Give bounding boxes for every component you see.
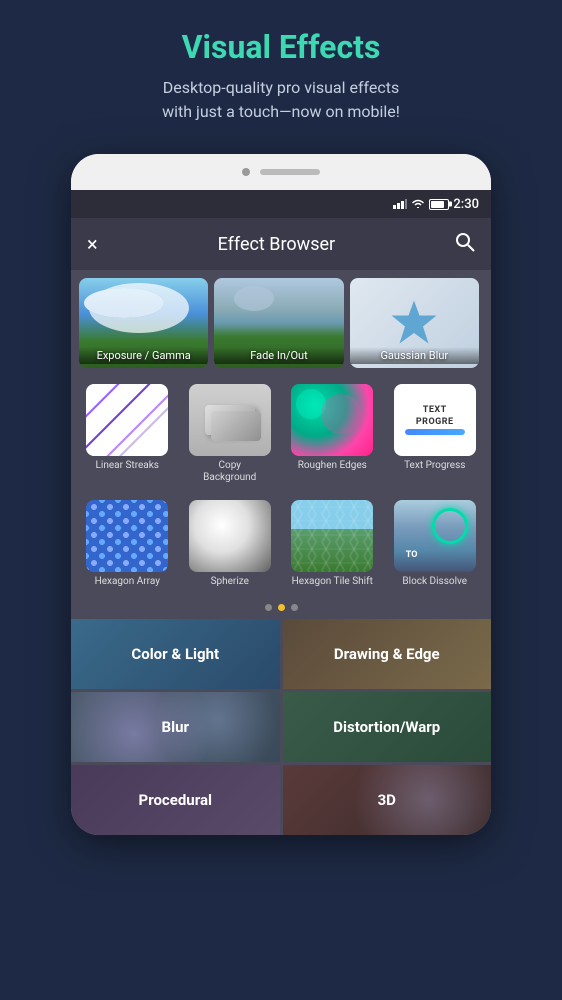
close-button[interactable]: × — [87, 232, 98, 256]
effects-grid-row1: Linear Streaks CopyBackground Roughen Ed… — [71, 376, 491, 492]
featured-row: Exposure / Gamma Fade In/Out Gaussian Bl… — [71, 270, 491, 376]
category-label-blur: Blur — [162, 718, 189, 736]
featured-item-exposure[interactable]: Exposure / Gamma — [79, 278, 208, 368]
label-roughen-edges: Roughen Edges — [298, 460, 367, 472]
thumb-block-dissolve — [394, 500, 476, 572]
phone-camera — [242, 168, 250, 176]
featured-label-fade: Fade In/Out — [214, 347, 343, 364]
signal-icon — [393, 199, 407, 209]
category-label-drawing-edge: Drawing & Edge — [334, 645, 440, 663]
category-blur[interactable]: Blur — [71, 692, 280, 762]
text-prog-bar — [405, 429, 465, 435]
effect-text-progress[interactable]: TEXT PROGRE Text Progress — [387, 384, 484, 484]
thumb-linear-streaks — [86, 384, 168, 456]
thumb-roughen — [291, 384, 373, 456]
category-grid: Color & Light Drawing & Edge Blur Distor… — [71, 619, 491, 835]
effects-grid-row2: Hexagon Array Spherize Hexagon Tile Shif… — [71, 492, 491, 596]
app-bar-title: Effect Browser — [114, 234, 439, 255]
page-dot-2[interactable] — [278, 604, 285, 611]
effect-roughen-edges[interactable]: Roughen Edges — [284, 384, 381, 484]
search-button[interactable] — [455, 232, 475, 257]
effect-hexagon-array[interactable]: Hexagon Array — [79, 500, 176, 588]
thumb-copy-bg — [189, 384, 271, 456]
thumb-text-progress: TEXT PROGRE — [394, 384, 476, 456]
featured-item-gaussian[interactable]: Gaussian Blur — [350, 278, 479, 368]
status-icons: 2:30 — [393, 197, 479, 212]
header-section: Visual Effects Desktop-quality pro visua… — [0, 0, 562, 144]
effect-spherize[interactable]: Spherize — [182, 500, 279, 588]
phone-frame: 2:30 × Effect Browser Exposure / Gamma F… — [71, 154, 491, 835]
featured-item-fade[interactable]: Fade In/Out — [214, 278, 343, 368]
text-prog-fill — [405, 429, 465, 435]
category-label-procedural: Procedural — [139, 791, 212, 809]
app-bar: × Effect Browser — [71, 218, 491, 270]
effect-hexagon-tile[interactable]: Hexagon Tile Shift — [284, 500, 381, 588]
featured-label-exposure: Exposure / Gamma — [79, 347, 208, 364]
label-block-dissolve: Block Dissolve — [402, 576, 467, 588]
text-prog-label1: TEXT — [423, 405, 447, 415]
label-linear-streaks: Linear Streaks — [96, 460, 159, 472]
hex-dots — [86, 500, 168, 572]
phone-top-bar — [71, 154, 491, 190]
effect-linear-streaks[interactable]: Linear Streaks — [79, 384, 176, 484]
label-copy-background: CopyBackground — [203, 460, 256, 484]
label-hexagon-array: Hexagon Array — [95, 576, 160, 588]
phone-speaker — [260, 169, 320, 175]
label-text-progress: Text Progress — [404, 460, 465, 472]
category-label-distortion: Distortion/Warp — [333, 718, 440, 736]
copy-bg-shape — [205, 405, 255, 435]
status-time: 2:30 — [453, 197, 479, 212]
battery-icon — [429, 199, 449, 210]
page-dot-3[interactable] — [291, 604, 298, 611]
pagination — [71, 596, 491, 619]
label-spherize: Spherize — [211, 576, 249, 588]
page-dot-1[interactable] — [265, 604, 272, 611]
category-3d[interactable]: 3D — [283, 765, 492, 835]
category-procedural[interactable]: Procedural — [71, 765, 280, 835]
thumb-hexagon-tile — [291, 500, 373, 572]
effect-copy-background[interactable]: CopyBackground — [182, 384, 279, 484]
featured-label-gaussian: Gaussian Blur — [350, 347, 479, 364]
category-label-3d: 3D — [378, 791, 396, 809]
category-distortion[interactable]: Distortion/Warp — [283, 692, 492, 762]
page-subtitle: Desktop-quality pro visual effectswith j… — [20, 76, 542, 124]
text-prog-label2: PROGRE — [416, 417, 454, 427]
category-color-light[interactable]: Color & Light — [71, 619, 280, 689]
label-hexagon-tile: Hexagon Tile Shift — [292, 576, 373, 588]
star-icon — [389, 298, 439, 348]
thumb-spherize — [189, 500, 271, 572]
category-label-color-light: Color & Light — [131, 645, 219, 663]
effect-block-dissolve[interactable]: Block Dissolve — [387, 500, 484, 588]
page-title: Visual Effects — [20, 28, 542, 66]
category-drawing-edge[interactable]: Drawing & Edge — [283, 619, 492, 689]
content-area: Exposure / Gamma Fade In/Out Gaussian Bl… — [71, 270, 491, 835]
wifi-icon — [411, 199, 425, 209]
thumb-hexagon-array — [86, 500, 168, 572]
status-bar: 2:30 — [71, 190, 491, 218]
